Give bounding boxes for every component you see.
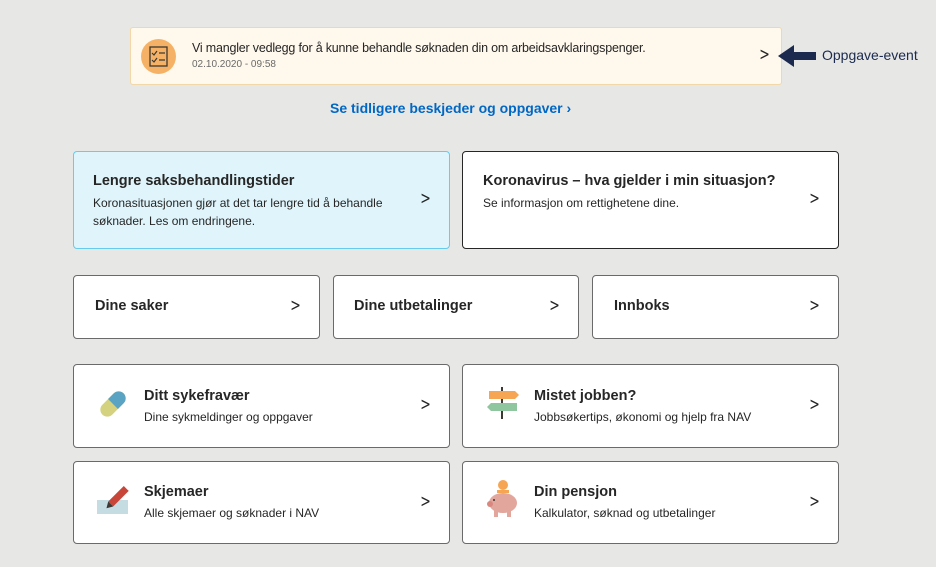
pill-icon — [100, 391, 126, 417]
chevron-right-icon: > — [420, 188, 431, 209]
task-notification[interactable]: Vi mangler vedlegg for å kunne behandle … — [130, 27, 782, 85]
chevron-right-icon: > — [420, 394, 431, 415]
service-card-sykefravaer[interactable]: Ditt sykefravær Dine sykmeldinger og opp… — [73, 364, 450, 448]
card-subtitle: Kalkulator, søknad og utbetalinger — [534, 506, 716, 520]
chevron-right-icon: > — [549, 295, 560, 316]
chevron-right-icon: > — [809, 394, 820, 415]
card-title: Mistet jobben? — [534, 388, 637, 404]
card-subtitle: Dine sykmeldinger og oppgaver — [144, 410, 313, 424]
nav-card-dine-saker[interactable]: Dine saker > — [73, 275, 320, 339]
card-subtitle: Alle skjemaer og søknader i NAV — [144, 506, 320, 520]
chevron-right-icon: > — [290, 295, 301, 316]
nav-card-dine-utbetalinger[interactable]: Dine utbetalinger > — [333, 275, 579, 339]
chevron-right-icon: > — [420, 490, 431, 512]
card-subtitle: Koronasituasjonen gjør at det tar lengre… — [93, 196, 383, 228]
card-subtitle: Se informasjon om rettighetene dine. — [483, 196, 680, 210]
card-title: Innboks — [614, 298, 670, 314]
card-title: Dine saker — [95, 298, 169, 314]
chevron-right-icon: > — [809, 295, 820, 316]
nav-card-innboks[interactable]: Innboks > — [592, 275, 839, 339]
checklist-icon — [141, 39, 176, 74]
card-title: Dine utbetalinger — [354, 298, 473, 314]
service-card-mistet-jobben[interactable]: Mistet jobben? Jobbsøkertips, økonomi og… — [462, 364, 839, 448]
history-link-label: Se tidligere beskjeder og oppgaver — [330, 100, 563, 116]
chevron-right-icon: › — [566, 100, 572, 116]
chevron-right-icon: > — [809, 490, 820, 512]
pencil-form-icon — [97, 485, 129, 514]
history-link[interactable]: Se tidligere beskjeder og oppgaver › — [330, 100, 571, 116]
chevron-right-icon: > — [759, 44, 770, 65]
piggy-bank-icon — [487, 480, 517, 517]
signpost-icon — [487, 387, 519, 419]
card-subtitle: Jobbsøkertips, økonomi og hjelp fra NAV — [534, 410, 752, 424]
card-title: Ditt sykefravær — [144, 388, 250, 404]
notification-date: 02.10.2020 - 09:58 — [192, 59, 276, 70]
card-title: Din pensjon — [534, 484, 617, 500]
card-title: Koronavirus – hva gjelder i min situasjo… — [483, 173, 776, 189]
card-title: Skjemaer — [144, 484, 209, 500]
service-card-skjemaer[interactable]: Skjemaer Alle skjemaer og søknader i NAV… — [73, 461, 450, 544]
info-card-coronavirus[interactable]: Koronavirus – hva gjelder i min situasjo… — [462, 151, 839, 249]
card-title: Lengre saksbehandlingstider — [93, 173, 295, 189]
annotation-label: Oppgave-event — [822, 47, 918, 63]
chevron-right-icon: > — [809, 188, 820, 209]
arrow-left-icon — [778, 45, 816, 67]
notification-title: Vi mangler vedlegg for å kunne behandle … — [192, 41, 646, 55]
service-card-pensjon[interactable]: Din pensjon Kalkulator, søknad og utbeta… — [462, 461, 839, 544]
info-card-processing-times[interactable]: Lengre saksbehandlingstider Koronasituas… — [73, 151, 450, 249]
